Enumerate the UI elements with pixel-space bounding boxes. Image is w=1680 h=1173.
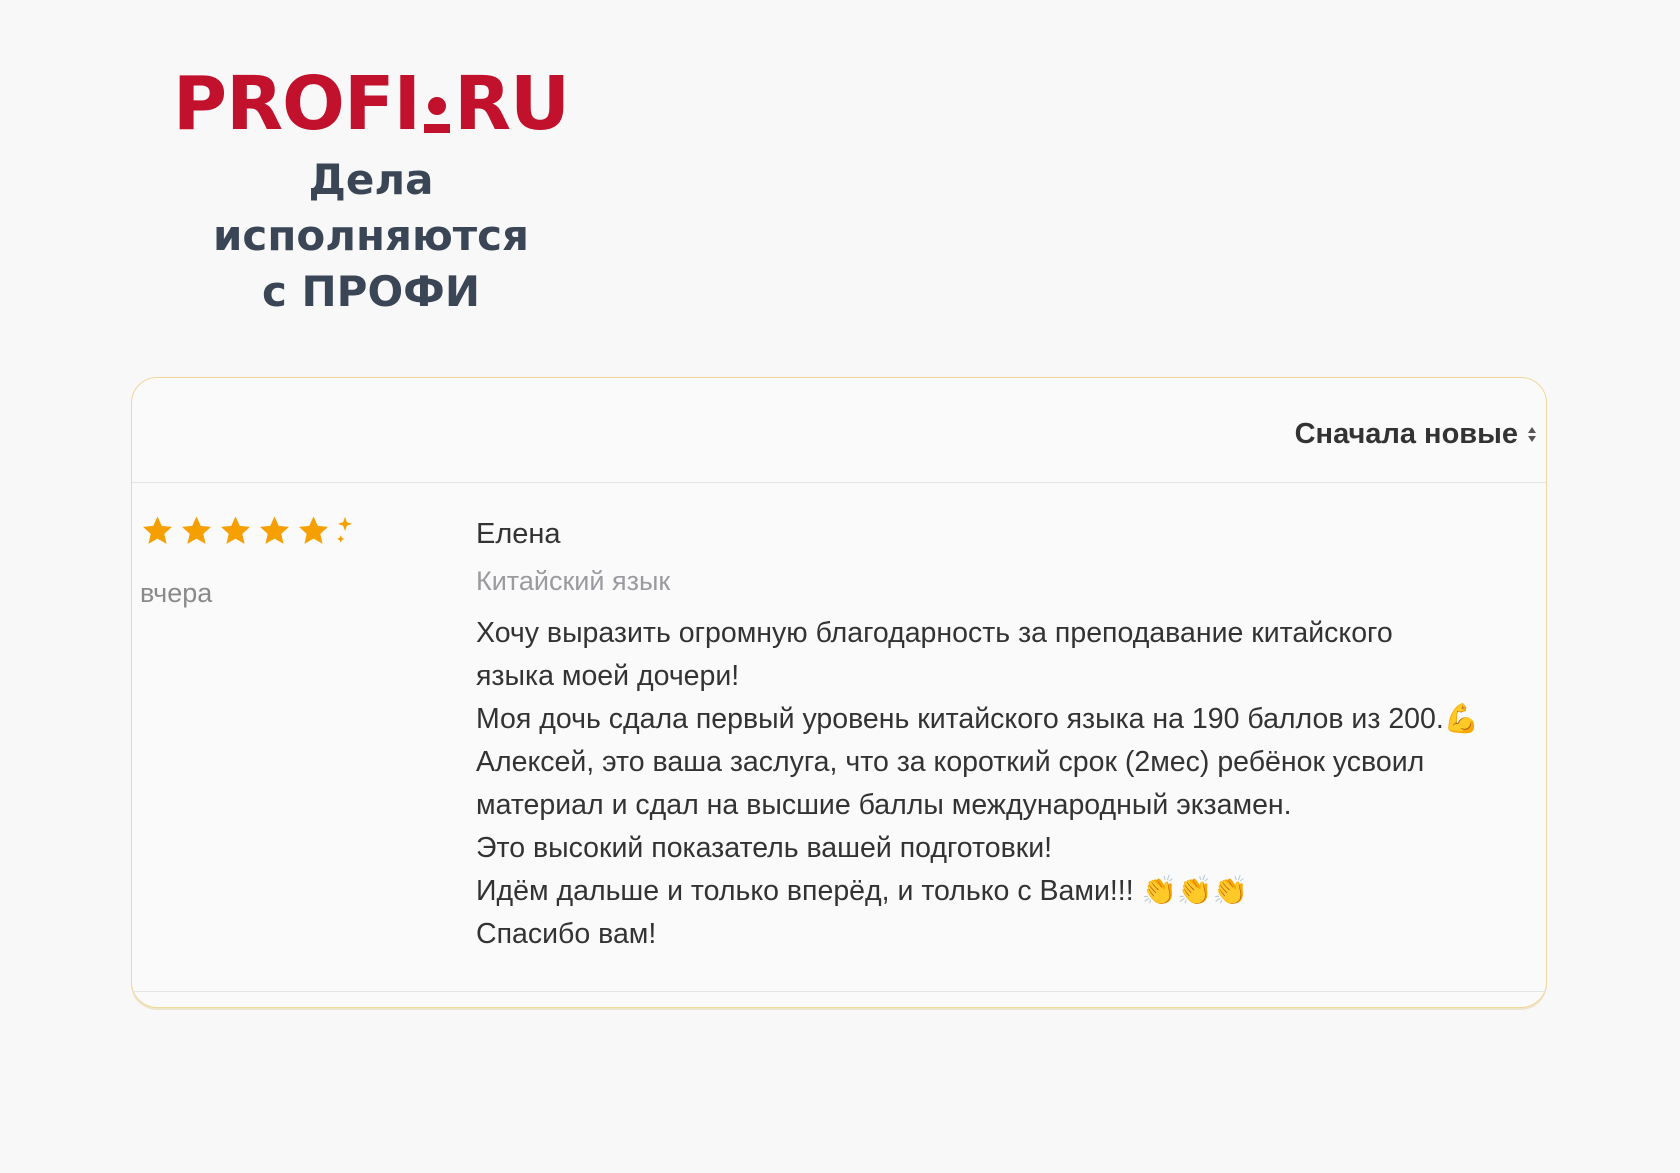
brand-block: PROFI RU Дела исполняются с ПРОФИ	[166, 62, 576, 320]
review-line: Моя дочь сдала первый уровень китайского…	[476, 703, 1480, 735]
tagline: Дела исполняются с ПРОФИ	[166, 152, 576, 320]
review-line: Спасибо вам!	[476, 918, 657, 950]
tagline-line-1: Дела исполняются	[213, 155, 529, 260]
review-line: языка моей дочери!	[476, 660, 740, 692]
logo-text-right: RU	[454, 61, 570, 147]
star-icon	[218, 514, 253, 548]
sparkle-icon	[335, 514, 355, 548]
sort-updown-icon	[1528, 427, 1536, 442]
rating-stars	[140, 514, 355, 548]
review-date: вчера	[140, 578, 213, 608]
review-item: вчера Елена Китайский язык Хочу выразить…	[132, 482, 1546, 992]
review-line: Хочу выразить огромную благодарность за …	[476, 617, 1393, 649]
review-text: Хочу выразить огромную благодарность за …	[476, 612, 1536, 956]
sort-label: Сначала новые	[1294, 418, 1518, 450]
logo-text-left: PROFI	[172, 61, 421, 147]
logo-dot-mark	[422, 75, 452, 135]
review-author: Елена	[476, 518, 561, 550]
tagline-line-2: с ПРОФИ	[262, 267, 480, 316]
star-icon	[140, 514, 175, 548]
review-line: Это высокий показатель вашей подготовки!	[476, 832, 1053, 864]
review-subject: Китайский язык	[476, 566, 671, 596]
star-icon	[296, 514, 331, 548]
page: PROFI RU Дела исполняются с ПРОФИ Сначала…	[0, 0, 1680, 1173]
review-line: Алексей, это ваша заслуга, что за коротк…	[476, 746, 1425, 778]
reviews-card: Сначала новые вчера Елена Китайский язык…	[131, 377, 1547, 1008]
sort-dropdown[interactable]: Сначала новые	[1295, 418, 1536, 451]
star-icon	[257, 514, 292, 548]
review-line: Идём дальше и только вперёд, и только с …	[476, 875, 1248, 907]
reviews-header: Сначала новые	[132, 378, 1546, 483]
review-line: материал и сдал на высшие баллы междунар…	[476, 789, 1292, 821]
star-icon	[179, 514, 214, 548]
profi-logo: PROFI RU	[166, 62, 576, 146]
